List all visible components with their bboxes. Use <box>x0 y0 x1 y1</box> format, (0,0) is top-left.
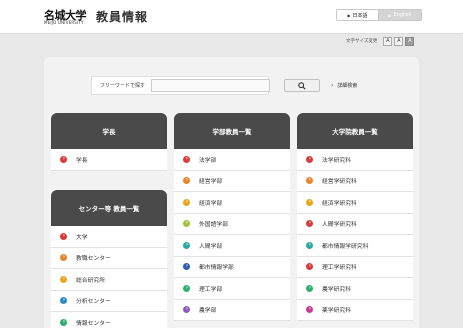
arrow-circle-icon <box>306 284 313 292</box>
arrow-circle-icon <box>60 297 67 305</box>
list-item-label: 情報センター <box>76 320 111 327</box>
list-item[interactable]: 総合研究所 <box>51 269 167 291</box>
list-item-label: 農学部 <box>199 308 217 315</box>
chevron-right-icon: ▶ <box>388 12 392 18</box>
arrow-circle-icon <box>60 275 67 283</box>
list-item-label: 人間学研究科 <box>322 222 357 229</box>
logo-subtext: MEIJO UNIVERSITY <box>44 20 84 25</box>
font-size-label: 文字サイズ変更 <box>346 39 378 44</box>
list-item-label: 法学部 <box>199 157 217 164</box>
advanced-search-link[interactable]: › 詳細検索 <box>331 82 357 89</box>
advanced-search-label: 詳細検索 <box>337 83 358 89</box>
list-item[interactable]: 農学部 <box>174 299 290 321</box>
arrow-circle-icon <box>183 284 190 292</box>
list-item-label: 経済学研究科 <box>322 200 357 207</box>
arrow-circle-icon <box>306 263 313 271</box>
arrow-circle-icon <box>183 263 190 271</box>
list-item-label: 法学研究科 <box>322 157 351 164</box>
graduate-column: 大学院教員一覧 法学研究科 経営学研究科 経済学研究科 人間学研究科 都市情報学… <box>297 113 413 321</box>
language-switcher: ▶ 日本語 ▶ English <box>336 9 422 21</box>
page-title: 教員情報 <box>96 10 149 24</box>
university-logo[interactable]: 名城大学 MEIJO UNIVERSITY <box>44 7 88 29</box>
arrow-circle-icon <box>183 220 190 228</box>
list-item[interactable]: 経済学部 <box>174 192 290 214</box>
centers-column-title: センター等 教員一覧 <box>51 190 167 226</box>
list-item[interactable]: 大学 <box>51 226 167 248</box>
arrow-circle-icon <box>306 177 313 185</box>
list-item[interactable]: 経済学研究科 <box>297 192 413 214</box>
list-item[interactable]: 理工学研究科 <box>297 256 413 278</box>
list-item-label: 都市情報学研究科 <box>322 243 369 250</box>
list-item-label: 薬学研究科 <box>322 308 351 315</box>
arrow-circle-icon <box>306 155 313 163</box>
list-item-label: 理工学研究科 <box>322 265 357 272</box>
list-item[interactable]: 学長 <box>51 149 167 171</box>
list-item[interactable]: 理工学部 <box>174 278 290 300</box>
list-item-label: 人間学部 <box>199 243 223 250</box>
list-item[interactable]: 法学部 <box>174 149 290 171</box>
lang-english-label: English <box>393 12 412 18</box>
list-item[interactable]: 経営学部 <box>174 170 290 192</box>
list-item-label: 教職センター <box>76 256 111 263</box>
list-item[interactable]: 経営学研究科 <box>297 170 413 192</box>
list-item-label: 経済学部 <box>199 200 223 207</box>
font-size-small-button[interactable]: A <box>383 36 393 46</box>
president-column: 学長 学長 <box>51 113 167 171</box>
list-item-label: 経営学研究科 <box>322 179 357 186</box>
list-item[interactable]: 分析センター <box>51 290 167 312</box>
header-bar: 名城大学 MEIJO UNIVERSITY 教員情報 ▶ 日本語 ▶ Engli… <box>0 0 463 34</box>
list-item-label: 都市情報学部 <box>199 265 234 272</box>
lang-japanese-button[interactable]: ▶ 日本語 <box>337 10 379 20</box>
list-item[interactable]: 情報センター <box>51 312 167 328</box>
graduate-column-title: 大学院教員一覧 <box>297 113 413 149</box>
arrow-circle-icon <box>60 318 67 326</box>
centers-column: センター等 教員一覧 大学 教職センター 総合研究所 分析センター 情報センター <box>51 190 167 328</box>
search-label: フリーワードで探す <box>100 83 146 89</box>
font-size-switcher: 文字サイズ変更 A A A <box>346 36 415 46</box>
faculty-column: 学部教員一覧 法学部 経営学部 経済学部 外国語学部 人間学部 都市情報学部 理… <box>174 113 290 321</box>
president-column-title: 学長 <box>51 113 167 149</box>
list-item-label: 理工学部 <box>199 286 223 293</box>
list-item[interactable]: 薬学研究科 <box>297 299 413 321</box>
list-item-label: 経営学部 <box>199 179 223 186</box>
font-size-medium-button[interactable]: A <box>394 36 404 46</box>
arrow-circle-icon <box>183 198 190 206</box>
list-item-label: 農学研究科 <box>322 286 351 293</box>
arrow-circle-icon <box>183 177 190 185</box>
chevron-right-icon: ▶ <box>347 12 351 18</box>
list-item[interactable]: 人間学部 <box>174 235 290 257</box>
arrow-circle-icon <box>306 241 313 249</box>
search-icon <box>298 81 306 90</box>
search-input[interactable] <box>151 79 270 92</box>
list-item[interactable]: 教職センター <box>51 247 167 269</box>
arrow-circle-icon <box>306 198 313 206</box>
arrow-circle-icon <box>60 232 67 240</box>
list-item[interactable]: 人間学研究科 <box>297 213 413 235</box>
list-item-label: 総合研究所 <box>76 277 105 284</box>
faculty-column-title: 学部教員一覧 <box>174 113 290 149</box>
arrow-circle-icon <box>183 155 190 163</box>
search-button[interactable] <box>284 79 320 92</box>
list-item[interactable]: 都市情報学研究科 <box>297 235 413 257</box>
font-size-large-button[interactable]: A <box>405 36 415 46</box>
arrow-circle-icon <box>60 254 67 262</box>
list-item-label: 分析センター <box>76 299 111 306</box>
list-item-label: 大学 <box>76 234 88 241</box>
chevron-right-icon: › <box>331 82 334 89</box>
lang-japanese-label: 日本語 <box>352 12 368 19</box>
arrow-circle-icon <box>60 155 67 163</box>
list-item[interactable]: 外国語学部 <box>174 213 290 235</box>
arrow-circle-icon <box>183 241 190 249</box>
list-item-label: 学長 <box>76 157 88 164</box>
list-item[interactable]: 都市情報学部 <box>174 256 290 278</box>
arrow-circle-icon <box>183 306 190 314</box>
list-item[interactable]: 農学研究科 <box>297 278 413 300</box>
lang-english-button[interactable]: ▶ English <box>379 10 421 20</box>
arrow-circle-icon <box>306 306 313 314</box>
list-item-label: 外国語学部 <box>199 222 228 229</box>
list-item[interactable]: 法学研究科 <box>297 149 413 171</box>
arrow-circle-icon <box>306 220 313 228</box>
